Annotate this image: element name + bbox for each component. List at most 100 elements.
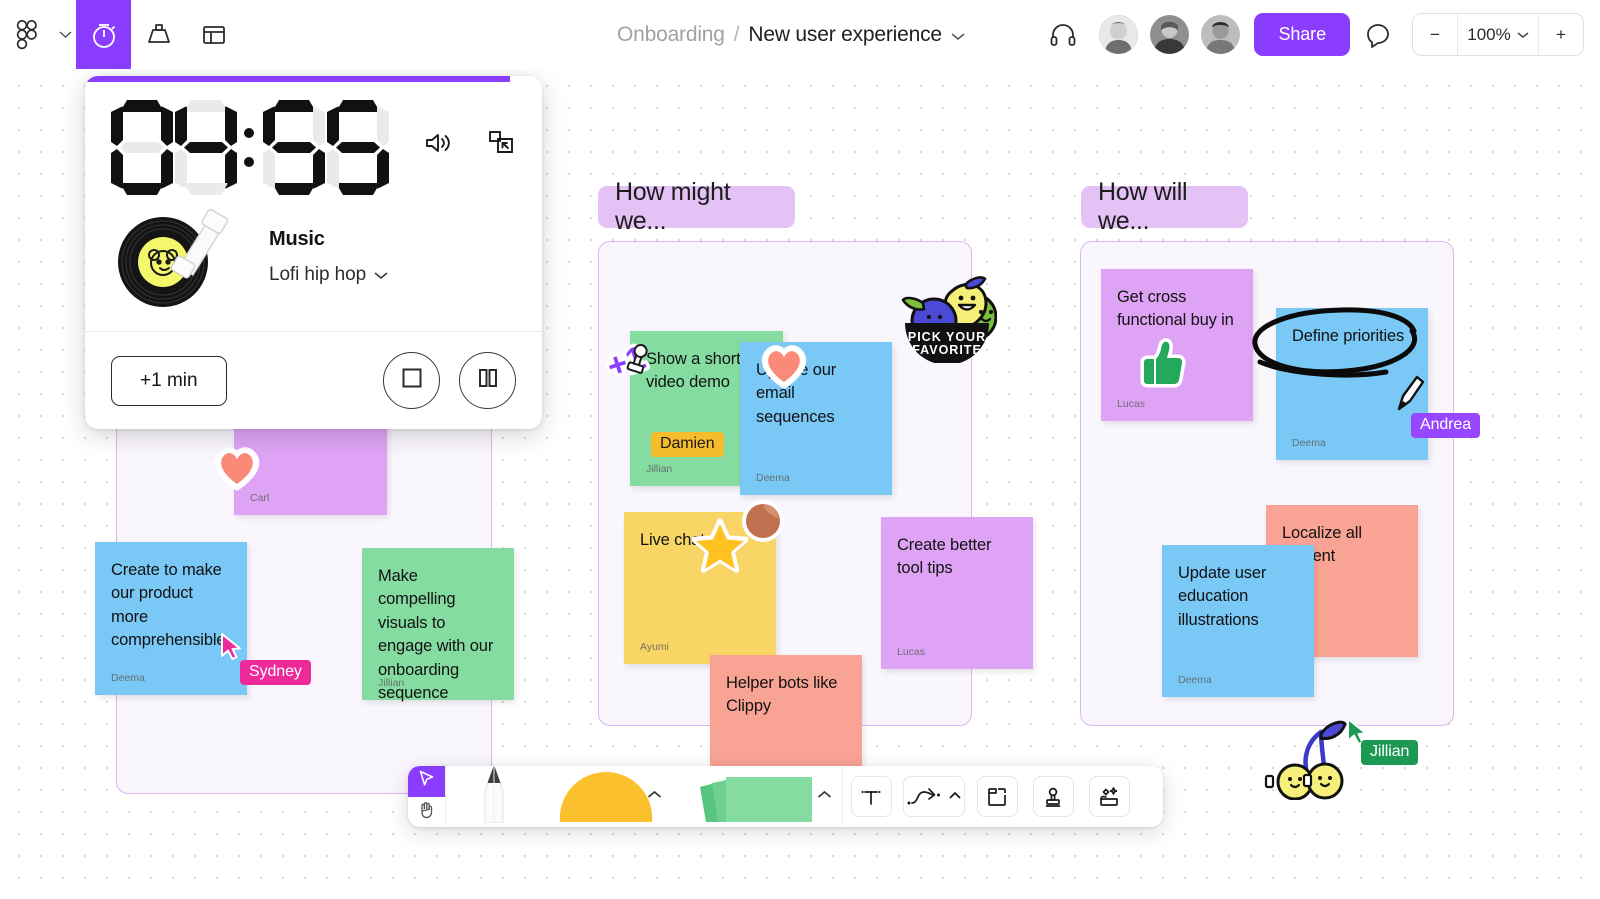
cursor-sydney: Sydney <box>219 632 311 685</box>
avatar[interactable] <box>1150 15 1190 54</box>
note-text: Create to make our product more comprehe… <box>111 561 226 650</box>
breadcrumb-separator: / <box>733 22 740 46</box>
zoom-controls: − 100% + <box>1412 13 1584 56</box>
text-T-icon <box>850 776 892 817</box>
frame-title-text: How will we... <box>1098 178 1188 235</box>
top-toolbar: Onboarding / New user experience Share −… <box>0 0 1600 69</box>
note-author: Deema <box>111 672 145 684</box>
note-author: Jillian <box>646 463 673 475</box>
stop-button[interactable] <box>383 352 440 409</box>
pause-button[interactable] <box>459 352 516 409</box>
hand-tool[interactable] <box>408 797 445 828</box>
note-text: Get cross functional buy in <box>1117 288 1234 330</box>
cursor-label: Jillian <box>1361 740 1419 765</box>
sticker-tool[interactable] <box>1081 766 1137 827</box>
hand-icon <box>417 800 436 824</box>
chat-bubble-icon[interactable] <box>1350 0 1406 69</box>
plus-one-stamp[interactable]: +1 +1 <box>599 335 661 396</box>
note-lucas-tooltips[interactable]: Create better tool tips Lucas <box>881 517 1033 669</box>
timer-digit <box>263 100 325 195</box>
cursor-label: Andrea <box>1411 413 1480 438</box>
avatar[interactable] <box>1201 15 1241 54</box>
chocolate-chip-sticker[interactable] <box>740 498 786 549</box>
frame-title-how-will-we[interactable]: How will we... <box>1081 178 1248 235</box>
note-text: Update user education illustrations <box>1178 564 1267 629</box>
note-author: Jillian <box>378 677 405 689</box>
layout-panel-tool-button[interactable] <box>186 0 241 69</box>
heart-sticker-left[interactable] <box>213 443 261 496</box>
note-author: Lucas <box>897 646 926 658</box>
note-deema-comprehensible[interactable]: Create to make our product more comprehe… <box>95 542 247 695</box>
pen-tool[interactable] <box>446 763 542 827</box>
section-icon <box>976 776 1018 817</box>
music-label: Music <box>269 228 325 250</box>
note-author: Deema <box>1178 674 1212 686</box>
connector-tool[interactable] <box>899 766 969 827</box>
breadcrumb-current[interactable]: New user experience <box>748 23 942 47</box>
chevron-up-icon[interactable] <box>817 787 832 802</box>
zoom-level-value: 100% <box>1467 24 1511 44</box>
shape-circle-icon <box>558 770 654 827</box>
svg-text:FAVORITE: FAVORITE <box>912 343 982 357</box>
chevron-down-icon <box>374 271 388 279</box>
heart-sticker-middle[interactable] <box>760 341 808 394</box>
timer-digit <box>111 100 173 195</box>
breadcrumb-parent[interactable]: Onboarding <box>617 23 725 47</box>
chevron-down-icon <box>1517 31 1529 38</box>
bottom-toolbar <box>408 763 1163 827</box>
inbox-tool-button[interactable] <box>131 0 186 69</box>
svg-text:PICK YOUR: PICK YOUR <box>908 330 986 344</box>
timer-digit <box>327 100 389 195</box>
timer-tool-button[interactable] <box>76 0 131 69</box>
zoom-in-button[interactable]: + <box>1539 14 1583 55</box>
shape-tool[interactable] <box>542 766 670 827</box>
cursor-label: Sydney <box>240 660 311 685</box>
share-button[interactable]: Share <box>1254 13 1350 56</box>
frame-title-how-might-we[interactable]: How might we... <box>598 178 795 235</box>
headphones-icon[interactable] <box>1035 0 1091 69</box>
text-tool[interactable] <box>843 766 899 827</box>
timer-display <box>111 100 389 195</box>
cherries-sticker[interactable] <box>1263 718 1347 805</box>
music-track-name: Lofi hip hop <box>269 264 367 285</box>
note-text: Helper bots like Clippy <box>726 674 838 716</box>
figma-logo-icon[interactable] <box>0 0 54 69</box>
note-text: Create better tool tips <box>897 536 992 578</box>
sticky-notes-icon <box>686 769 826 827</box>
cursor-tool-group <box>408 766 445 827</box>
pencil-icon <box>472 761 516 828</box>
stamp-icon <box>1032 776 1074 817</box>
zoom-out-button[interactable]: − <box>1413 14 1457 55</box>
volume-on-icon[interactable] <box>424 130 452 161</box>
pause-icon <box>477 367 499 394</box>
timer-colon <box>239 100 261 195</box>
music-track-selector[interactable]: Lofi hip hop <box>269 264 388 286</box>
chevron-down-icon[interactable] <box>54 0 76 69</box>
stop-square-icon <box>401 367 423 394</box>
chevron-up-icon[interactable] <box>647 787 662 802</box>
avatar[interactable] <box>1099 15 1139 54</box>
breadcrumb: Onboarding / New user experience <box>617 0 965 69</box>
note-deema-user-education[interactable]: Update user education illustrations Deem… <box>1162 545 1314 697</box>
note-author: Ayumi <box>640 641 669 653</box>
select-cursor-tool[interactable] <box>408 766 445 797</box>
note-author: Deema <box>756 472 790 484</box>
timer-digit <box>175 100 237 195</box>
pick-your-favorite-sticker[interactable]: PICK YOUR FAVORITE <box>893 265 998 368</box>
minimize-icon[interactable] <box>488 130 516 161</box>
sticky-note-tool[interactable] <box>670 766 842 827</box>
chevron-down-icon[interactable] <box>951 28 965 41</box>
note-author: Deema <box>1292 437 1326 449</box>
sticker-sparkle-icon <box>1088 776 1130 817</box>
note-author: Lucas <box>1117 398 1146 410</box>
zoom-level-display[interactable]: 100% <box>1457 14 1539 55</box>
note-jillian-visuals[interactable]: Make compelling visuals to engage with o… <box>362 548 514 702</box>
section-tool[interactable] <box>969 766 1025 827</box>
add-one-minute-button[interactable]: +1 min <box>111 355 227 406</box>
frame-title-text: How might we... <box>615 178 731 235</box>
stamp-tool[interactable] <box>1025 766 1081 827</box>
timer-music-panel: Music Lofi hip hop +1 min <box>85 76 542 429</box>
thumbs-up-sticker[interactable] <box>1132 334 1190 397</box>
cursor-andrea: Andrea <box>1393 369 1480 438</box>
vinyl-record-artwork <box>111 207 251 307</box>
